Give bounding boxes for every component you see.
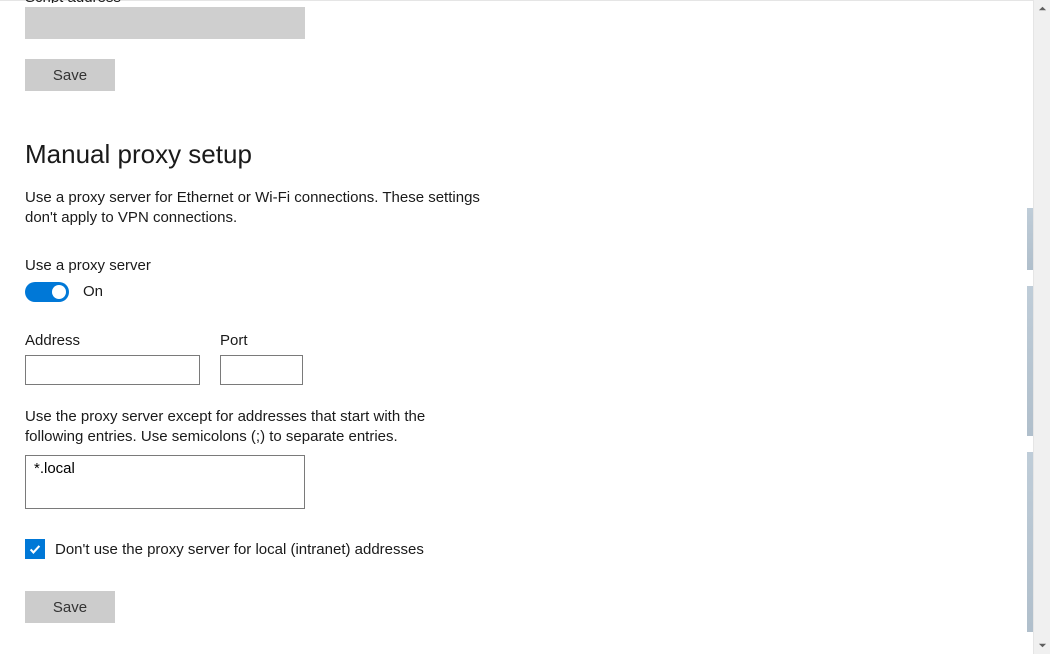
bypass-local-label: Don't use the proxy server for local (in…: [55, 541, 424, 558]
use-proxy-label: Use a proxy server: [25, 257, 1033, 274]
proxy-address-input[interactable]: [25, 355, 200, 385]
script-address-label: Script address: [25, 0, 1033, 3]
scroll-up-button[interactable]: [1034, 0, 1050, 17]
manual-proxy-save-button[interactable]: Save: [25, 591, 115, 623]
use-proxy-toggle-state: On: [83, 283, 103, 300]
scroll-down-button[interactable]: [1034, 637, 1050, 654]
scrollbar-track[interactable]: [1034, 17, 1050, 637]
proxy-exceptions-input[interactable]: [25, 455, 305, 509]
check-icon: [28, 542, 42, 556]
manual-proxy-description: Use a proxy server for Ethernet or Wi-Fi…: [25, 188, 495, 229]
proxy-port-input[interactable]: [220, 355, 303, 385]
exceptions-description: Use the proxy server except for addresse…: [25, 407, 445, 448]
auto-proxy-save-button[interactable]: Save: [25, 59, 115, 91]
script-address-input[interactable]: [25, 7, 305, 39]
chevron-down-icon: [1038, 641, 1047, 650]
bypass-local-checkbox[interactable]: [25, 539, 45, 559]
vertical-scrollbar[interactable]: [1033, 0, 1050, 654]
manual-proxy-heading: Manual proxy setup: [25, 139, 1033, 170]
address-label: Address: [25, 332, 200, 349]
port-label: Port: [220, 332, 303, 349]
settings-proxy-panel: Script address Save Manual proxy setup U…: [0, 0, 1033, 654]
toggle-knob: [52, 285, 66, 299]
use-proxy-toggle[interactable]: [25, 282, 69, 302]
chevron-up-icon: [1038, 4, 1047, 13]
